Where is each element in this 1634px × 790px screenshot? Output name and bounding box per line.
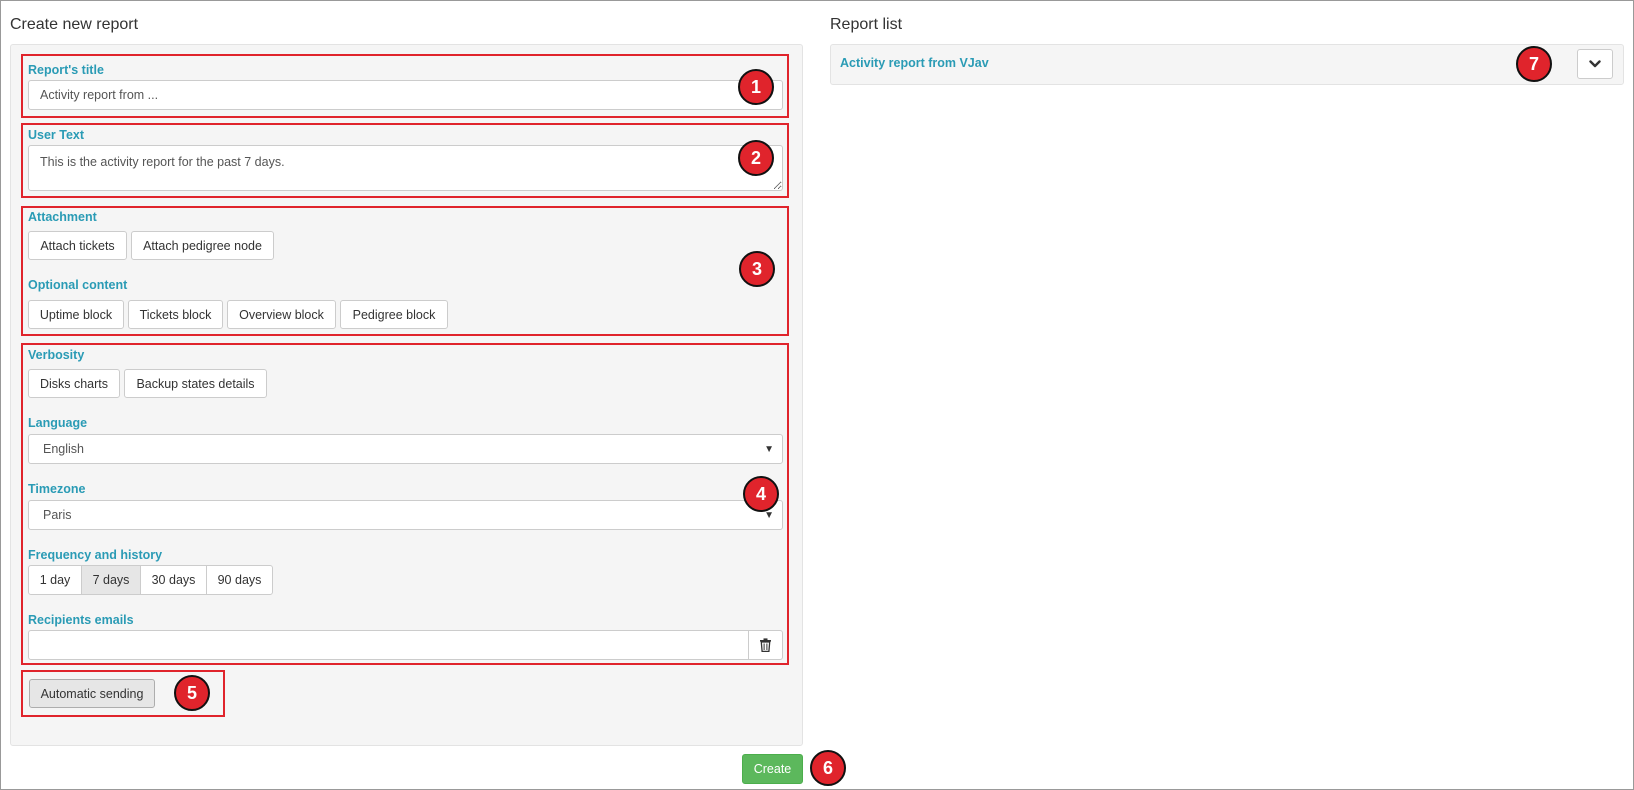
callout-badge-2: 2	[738, 140, 774, 176]
optional-content-label: Optional content	[28, 278, 128, 292]
recipients-label: Recipients emails	[28, 613, 134, 627]
backup-states-details-button[interactable]: Backup states details	[124, 369, 267, 398]
overview-block-button[interactable]: Overview block	[227, 300, 336, 329]
attach-tickets-button[interactable]: Attach tickets	[28, 231, 127, 260]
language-select[interactable]: English ▼	[28, 434, 783, 464]
timezone-selected-value: Paris	[43, 508, 72, 522]
disks-charts-button[interactable]: Disks charts	[28, 369, 120, 398]
callout-badge-1: 1	[738, 69, 774, 105]
caret-down-icon: ▼	[764, 443, 774, 455]
frequency-90-days-button[interactable]: 90 days	[206, 565, 273, 595]
user-text-textarea[interactable]	[28, 145, 783, 191]
frequency-30-days-button[interactable]: 30 days	[140, 565, 207, 595]
frequency-label: Frequency and history	[28, 548, 163, 562]
callout-badge-3: 3	[739, 251, 775, 287]
timezone-label: Timezone	[28, 482, 86, 496]
report-title-input[interactable]: Activity report from ...	[28, 80, 783, 110]
verbosity-label: Verbosity	[28, 348, 85, 362]
report-title-label: Report's title	[28, 63, 104, 77]
language-selected-value: English	[43, 442, 84, 456]
callout-badge-6: 6	[810, 750, 846, 786]
create-button[interactable]: Create	[742, 754, 803, 784]
report-item-toggle-button[interactable]	[1577, 49, 1613, 79]
uptime-block-button[interactable]: Uptime block	[28, 300, 124, 329]
callout-badge-5: 5	[174, 675, 210, 711]
frequency-1-day-button[interactable]: 1 day	[28, 565, 82, 595]
callout-badge-4: 4	[743, 476, 779, 512]
chevron-down-icon	[1589, 60, 1601, 68]
verbosity-button-group: Disks charts Backup states details	[28, 369, 267, 398]
report-list-item-title[interactable]: Activity report from VJav	[840, 56, 989, 70]
language-label: Language	[28, 416, 88, 430]
user-text-label: User Text	[28, 128, 85, 142]
clear-recipients-button[interactable]	[748, 630, 783, 660]
timezone-select[interactable]: Paris ▼	[28, 500, 783, 530]
optional-content-button-group: Uptime block Tickets block Overview bloc…	[28, 300, 448, 329]
callout-badge-7: 7	[1516, 46, 1552, 82]
frequency-button-group: 1 day 7 days 30 days 90 days	[28, 565, 273, 595]
report-list-heading: Report list	[830, 16, 903, 33]
tickets-block-button[interactable]: Tickets block	[128, 300, 223, 329]
recipients-input-group	[28, 630, 783, 660]
attachment-button-group: Attach tickets Attach pedigree node	[28, 231, 274, 260]
frequency-7-days-button[interactable]: 7 days	[81, 565, 141, 595]
attach-pedigree-node-button[interactable]: Attach pedigree node	[131, 231, 274, 260]
recipients-email-input[interactable]	[28, 630, 749, 660]
attachment-label: Attachment	[28, 210, 97, 224]
automatic-sending-button[interactable]: Automatic sending	[29, 679, 155, 708]
pedigree-block-button[interactable]: Pedigree block	[340, 300, 448, 329]
create-report-heading: Create new report	[10, 16, 139, 33]
trash-icon	[760, 638, 771, 652]
